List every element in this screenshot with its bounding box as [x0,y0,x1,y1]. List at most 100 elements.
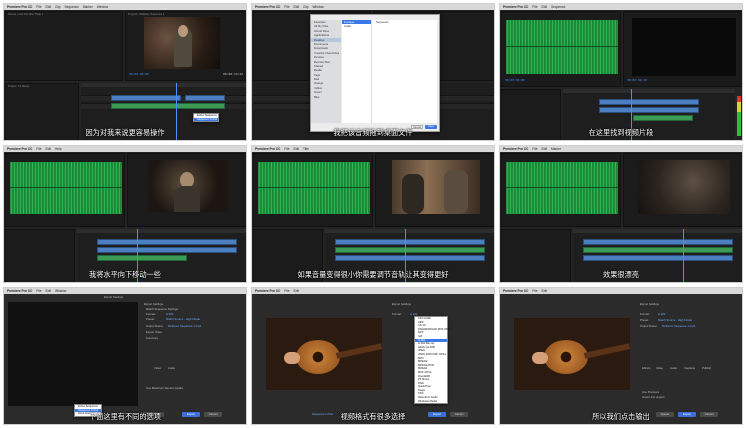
audio-clip[interactable] [97,255,187,261]
tab-effects[interactable]: Effects [642,366,651,370]
source-monitor[interactable] [253,153,373,227]
format-dropdown[interactable]: H.264 [658,312,665,316]
program-tab[interactable]: Program: Multicam Sequence 1 [128,13,164,16]
menu-edit[interactable]: Edit [293,4,299,10]
source-tab[interactable]: Source: Look Def Wav Thelp 1 [8,13,43,16]
menu-file[interactable]: File [284,146,289,152]
format-option[interactable]: JPEG 2000 MXF OP1a [415,353,447,357]
menu-title[interactable]: Title [303,146,309,152]
audio-clip[interactable] [583,247,733,253]
audio-clip[interactable] [335,255,485,261]
tab-publish[interactable]: Publish [702,366,711,370]
preset-dropdown[interactable]: Match Source - High bitrate [658,318,692,322]
file-column[interactable]: Footage Audio [342,20,372,123]
program-video [632,18,736,76]
format-option[interactable]: Windows Media [415,400,447,404]
source-timecode: 00:00:00:00 [505,78,525,82]
menu-sequence[interactable]: Sequence [64,4,78,10]
program-monitor[interactable]: 00:00:04:10 [623,11,742,87]
source-monitor[interactable] [5,153,125,227]
video-clip[interactable] [111,95,181,101]
context-menu-item[interactable]: Sequence In/Out [194,117,218,122]
audio-clip[interactable] [335,247,485,253]
scene-guitar-body [544,340,588,374]
program-monitor[interactable]: Program: Multicam Sequence 1 00:00:00:00… [125,11,246,81]
max-quality-checkbox[interactable]: Use Maximum Render Quality [146,386,183,390]
app-menu[interactable]: Premiere Pro CC [255,146,280,152]
source-monitor[interactable] [501,153,621,227]
menu-window[interactable]: Window [97,4,108,10]
menu-edit[interactable]: Edit [45,146,51,152]
file-browser[interactable]: Footage Audio Sequence [342,20,437,123]
video-clip[interactable] [185,95,225,101]
preset-dropdown[interactable]: Match Source - High bitrate [166,317,200,321]
use-previews-checkbox[interactable]: Use Previews [642,390,659,394]
tab-captions[interactable]: Captions [684,366,695,370]
menu-marker[interactable]: Marker [83,4,93,10]
video-clip[interactable] [583,239,733,245]
menu-clip[interactable]: Clip [303,4,309,10]
menu-file[interactable]: File [284,4,289,10]
format-menu[interactable]: AAC Audio AIFF AS-10 DNxHR/DNxHD MXF OP1… [414,316,451,405]
video-clip[interactable] [97,239,237,245]
menu-window[interactable]: Window [312,4,323,10]
tab-audio[interactable]: Audio [168,366,175,370]
menu-sequence[interactable]: Sequence [551,4,565,10]
menu-edit[interactable]: Edit [541,146,547,152]
context-menu[interactable]: Entire Sequence Sequence In/Out [193,113,219,123]
source-monitor[interactable]: 00:00:00:00 [501,11,621,87]
audio-clip[interactable] [97,247,237,253]
program-monitor[interactable] [127,153,246,227]
open-file-dialog[interactable]: Favorites All My Files iCloud Drive Appl… [310,14,440,132]
export-video-checkbox[interactable]: Export Video [146,330,162,334]
menu-file[interactable]: File [36,146,41,152]
app-menu[interactable]: Premiere Pro CC [7,146,32,152]
tag-blue[interactable]: Blue [311,95,341,99]
app-menu[interactable]: Premiere Pro CC [503,146,528,152]
source-monitor[interactable]: Source: Look Def Wav Thelp 1 [5,11,123,81]
match-sequence-checkbox[interactable]: Match Sequence Settings [146,307,178,311]
video-clip[interactable] [335,239,485,245]
finder-sidebar[interactable]: Favorites All My Files iCloud Drive Appl… [311,20,341,123]
timeline-ruler[interactable] [81,83,246,87]
program-monitor[interactable] [623,153,742,227]
audio-clip[interactable] [599,107,699,113]
menu-help[interactable]: Help [55,146,62,152]
file-item[interactable]: Sequence [374,20,404,24]
menu-edit[interactable]: Edit [293,146,299,152]
project-tab[interactable]: Project: 1.5 Merge [8,85,29,88]
export-settings-window[interactable]: Export Settings Format: H.264 AAC Audio … [252,294,494,424]
export-settings-window[interactable]: Export Settings Format: H.264 Preset: Ma… [500,294,742,424]
timeline-ruler[interactable] [325,229,494,233]
video-clip[interactable] [599,99,699,105]
export-settings-window[interactable]: Export Settings Export Settings Match Se… [4,294,246,424]
tab-audio[interactable]: Audio [670,366,677,370]
file-item[interactable]: Audio [342,24,371,28]
menu-file[interactable]: File [532,146,537,152]
app-menu[interactable]: Premiere Pro CC [7,4,32,10]
menu-clip[interactable]: Clip [55,4,61,10]
timeline-ruler[interactable] [77,229,246,233]
output-name-link[interactable]: Multicam Sequence 1.mp4 [168,324,201,328]
tab-video[interactable]: Video [154,366,161,370]
menu-edit[interactable]: Edit [541,4,547,10]
format-dropdown[interactable]: H.264 [166,312,173,316]
file-column[interactable]: Sequence [374,20,404,24]
app-menu[interactable]: Premiere Pro CC [255,4,280,10]
audio-clip[interactable] [633,115,693,121]
menu-bar: Premiere Pro CC File Edit Help [4,146,246,152]
import-into-project-checkbox[interactable]: Import into project [642,395,664,399]
menu-edit[interactable]: Edit [45,4,51,10]
output-name-link[interactable]: Multicam Sequence 1.mp4 [662,324,695,328]
menu-file[interactable]: File [36,4,41,10]
scene-body [174,186,200,212]
menu-file[interactable]: File [532,4,537,10]
timeline-ruler[interactable] [563,89,735,93]
tab-video[interactable]: Video [656,366,663,370]
app-menu[interactable]: Premiere Pro CC [503,4,528,10]
audio-clip[interactable] [583,255,733,261]
menu-marker[interactable]: Marker [551,146,561,152]
timeline-ruler[interactable] [573,229,742,233]
program-monitor[interactable] [375,153,494,227]
audio-clip[interactable] [111,103,225,109]
